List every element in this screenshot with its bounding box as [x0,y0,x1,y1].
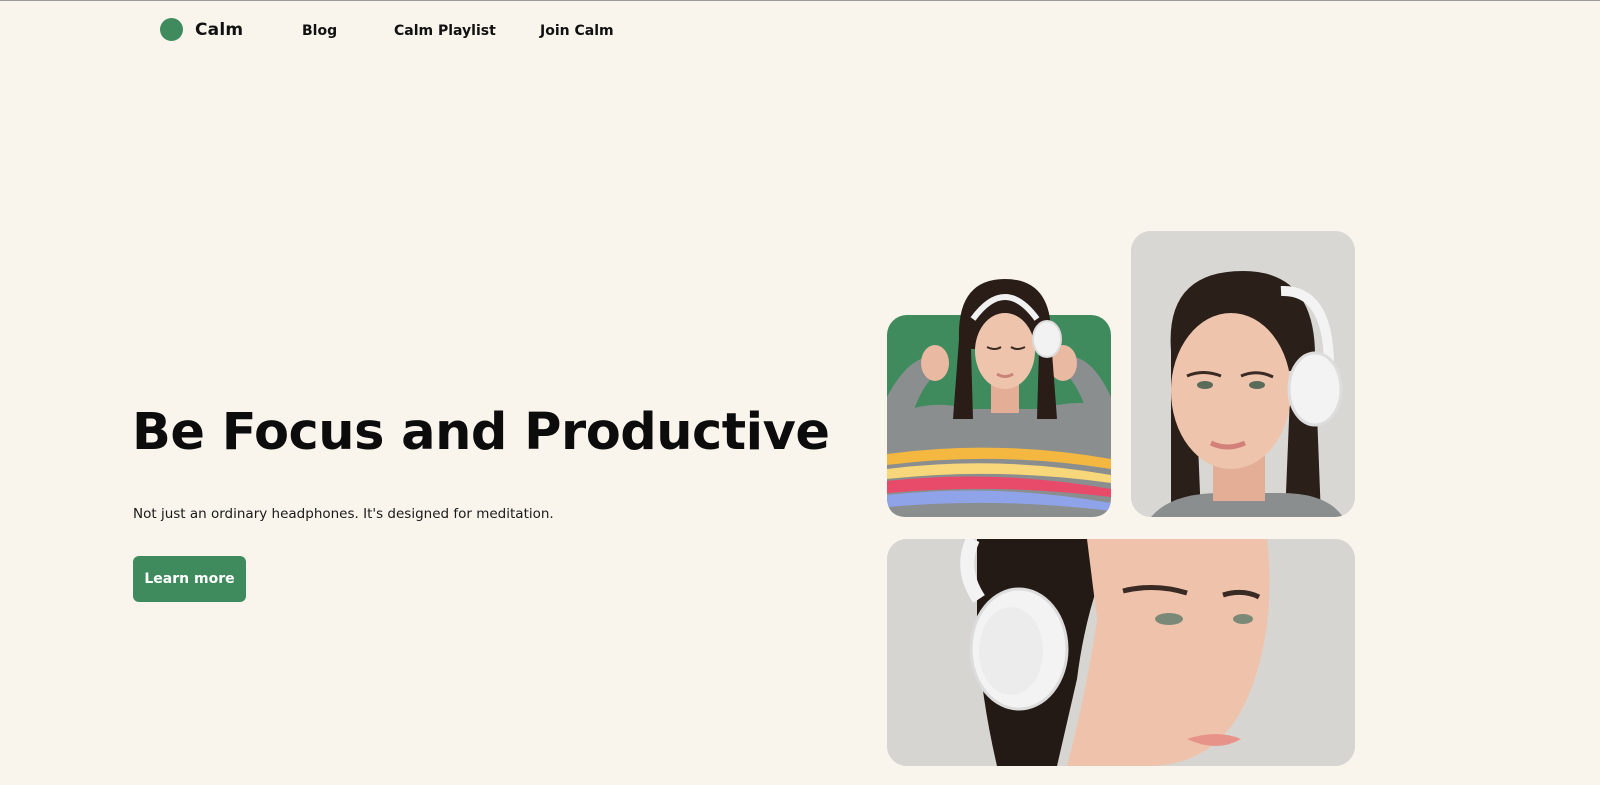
woman-portrait-illustration [1131,231,1355,517]
gallery-image-portrait [1131,231,1355,517]
brand-name: Calm [195,19,244,40]
hero-title: Be Focus and Productive [132,403,830,462]
woman-closeup-illustration [887,539,1355,766]
nav-link-join-calm[interactable]: Join Calm [540,23,614,39]
gallery-image-closeup [887,539,1355,766]
woman-sweater-illustration [887,279,1111,517]
logo-dot-icon [160,18,183,41]
top-nav: Calm Blog Calm Playlist Join Calm [0,1,1600,61]
learn-more-button[interactable]: Learn more [133,556,246,602]
hero-subtitle: Not just an ordinary headphones. It's de… [133,506,554,522]
page: Calm Blog Calm Playlist Join Calm Be Foc… [0,0,1600,785]
brand-logo[interactable]: Calm [160,18,243,41]
nav-link-calm-playlist[interactable]: Calm Playlist [394,23,496,39]
nav-link-blog[interactable]: Blog [302,23,337,39]
gallery-image-sweater [887,279,1111,517]
